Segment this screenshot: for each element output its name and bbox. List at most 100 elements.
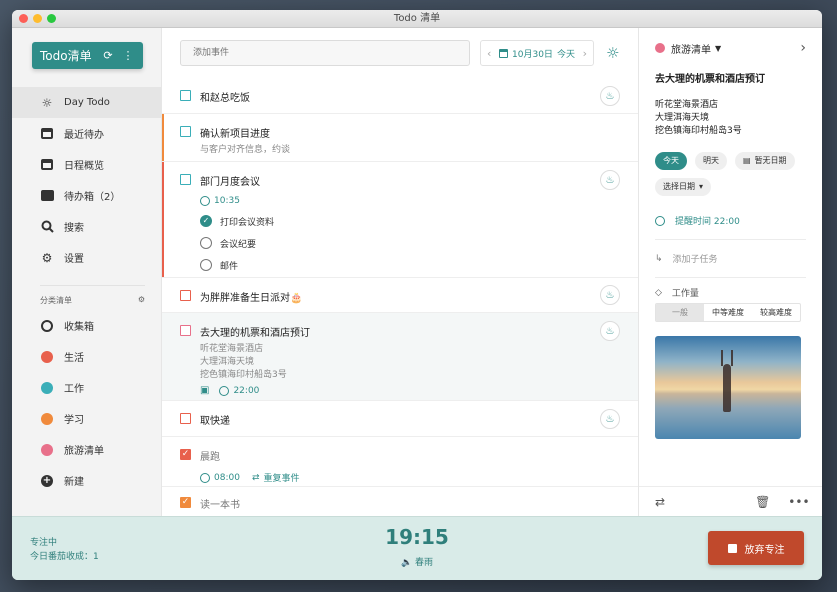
- task-title: 读一本书: [200, 500, 240, 511]
- add-task-input[interactable]: [180, 40, 470, 66]
- chip-pick-date[interactable]: 选择日期 ▾: [655, 178, 712, 196]
- sidebar-item-day-todo[interactable]: ☼ Day Todo: [12, 87, 161, 118]
- task-checkbox[interactable]: [180, 126, 191, 137]
- close-window-button[interactable]: [19, 14, 28, 23]
- minimize-window-button[interactable]: [33, 14, 42, 23]
- sidebar-item-collect-box[interactable]: 收集箱: [12, 310, 161, 341]
- sidebar-item-new-list[interactable]: + 新建: [12, 465, 161, 496]
- task-title: 晨跑: [200, 452, 220, 463]
- task-row-selected[interactable]: 去大理的机票和酒店预订 听花堂海景酒店 大理洱海天境 挖色镇海印村船岛3号 ▣ …: [162, 313, 638, 401]
- task-row-done[interactable]: ✓ 晨跑 08:00 ⇄ 重复事件: [162, 437, 638, 487]
- date-display[interactable]: 10月30日 今天: [499, 47, 575, 60]
- task-checkbox-checked[interactable]: ✓: [180, 497, 191, 508]
- task-row[interactable]: 为胖胖准备生日派对🎂 ♨: [162, 278, 638, 313]
- color-dot-icon: [40, 381, 54, 395]
- more-vertical-icon[interactable]: ⋮: [121, 49, 135, 62]
- sidebar-item-recent[interactable]: 最近待办: [12, 118, 161, 149]
- task-row[interactable]: 和赵总吃饭 ♨: [162, 78, 638, 114]
- lists-section-header: 分类清单 ⚙: [40, 285, 145, 306]
- focus-timer-icon[interactable]: ♨: [600, 285, 620, 305]
- subtask-checkbox[interactable]: [200, 237, 212, 249]
- inbox-icon: [40, 189, 54, 203]
- sidebar-item-label: 最近待办: [64, 130, 104, 141]
- task-row-done[interactable]: ✓ 读一本书: [162, 487, 638, 516]
- attached-photo[interactable]: [655, 336, 801, 439]
- detail-title[interactable]: 去大理的机票和酒店预订: [655, 70, 806, 85]
- color-dot-icon: [40, 443, 54, 457]
- zoom-window-button[interactable]: [47, 14, 56, 23]
- sidebar-item-travel[interactable]: 旅游清单: [12, 434, 161, 465]
- give-up-focus-button[interactable]: 放弃专注: [708, 531, 804, 565]
- trash-icon[interactable]: 🗑: [755, 495, 770, 509]
- task-row[interactable]: 确认新项目进度 与客户对齐信息，约谈: [162, 114, 638, 162]
- caret-down-circle-icon: ▾: [699, 182, 704, 191]
- subtask-checkbox[interactable]: [200, 259, 212, 271]
- task-list-pane: ‹ 10月30日 今天 › ☼ 和赵总吃饭 ♨: [162, 28, 639, 516]
- list-selector[interactable]: 旅游清单: [671, 41, 711, 56]
- chevron-left-icon[interactable]: ‹: [487, 47, 491, 60]
- chevron-right-icon[interactable]: ›: [800, 40, 806, 56]
- reminder-label: 提醒时间 22:00: [675, 217, 740, 227]
- alarm-icon: [200, 472, 210, 483]
- gear-icon[interactable]: ⚙: [138, 295, 145, 306]
- subtask-item[interactable]: 会议纪要: [200, 232, 638, 254]
- sidebar-item-work[interactable]: 工作: [12, 372, 161, 403]
- search-icon: [40, 220, 54, 234]
- brand-title: Todo清单: [40, 49, 92, 63]
- focus-timer-icon[interactable]: ♨: [600, 170, 620, 190]
- detail-notes[interactable]: 听花堂海景酒店 大理洱海天境 挖色镇海印村船岛3号: [655, 99, 806, 138]
- alarm-icon: [219, 385, 230, 396]
- repeat-icon[interactable]: ⇄: [655, 495, 665, 509]
- task-note-line: 挖色镇海印村船岛3号: [200, 370, 287, 380]
- image-icon: ▣: [200, 385, 210, 396]
- sidebar-item-search[interactable]: 搜索: [12, 211, 161, 242]
- inbox-icon: ▤: [743, 156, 751, 165]
- task-checkbox[interactable]: [180, 174, 191, 185]
- add-subtask-label: 添加子任务: [672, 255, 718, 265]
- subtask-item[interactable]: ✓ 打印会议资料: [200, 210, 638, 232]
- subtask-check-icon[interactable]: ✓: [200, 215, 212, 227]
- task-checkbox[interactable]: [180, 325, 191, 336]
- sidebar-item-life[interactable]: 生活: [12, 341, 161, 372]
- focus-timer-icon[interactable]: ♨: [600, 321, 620, 341]
- workload-option[interactable]: 较高难度: [752, 304, 800, 321]
- add-subtask-row[interactable]: ↳ 添加子任务: [655, 240, 806, 278]
- today-label: 今天: [556, 49, 575, 60]
- brand-button[interactable]: Todo清单 ⟳ ⋮: [32, 42, 143, 69]
- sidebar-item-inbox[interactable]: 待办箱（2）: [12, 180, 161, 211]
- caret-down-icon[interactable]: ▼: [715, 44, 721, 53]
- subtask-item[interactable]: 邮件: [200, 254, 638, 276]
- list-color-dot: [655, 43, 665, 53]
- sidebar-item-settings[interactable]: ⚙ 设置: [12, 242, 161, 273]
- chip-today[interactable]: 今天: [655, 152, 687, 170]
- task-title: 为胖胖准备生日派对🎂: [200, 293, 303, 304]
- more-horizontal-icon[interactable]: •••: [788, 495, 809, 509]
- chevron-right-icon[interactable]: ›: [583, 47, 587, 60]
- workload-option[interactable]: 中等难度: [704, 304, 752, 321]
- task-row[interactable]: 取快递 ♨: [162, 401, 638, 437]
- detail-note-line: 听花堂海景酒店: [655, 100, 719, 110]
- task-checkbox[interactable]: [180, 413, 191, 424]
- current-date: 10月30日: [512, 49, 553, 60]
- task-reminder: 10:35: [200, 196, 638, 206]
- sidebar-item-schedule[interactable]: 日程概览: [12, 149, 161, 180]
- task-checkbox[interactable]: [180, 290, 191, 301]
- focus-timer-icon[interactable]: ♨: [600, 409, 620, 429]
- focus-timer-icon[interactable]: ♨: [600, 86, 620, 106]
- task-checkbox-checked[interactable]: ✓: [180, 449, 191, 460]
- sidebar-item-study[interactable]: 学习: [12, 403, 161, 434]
- reminder-row[interactable]: 提醒时间 22:00: [655, 202, 806, 240]
- task-title: 去大理的机票和酒店预订: [200, 328, 310, 339]
- chip-tomorrow[interactable]: 明天: [695, 152, 727, 170]
- sync-icon[interactable]: ⟳: [101, 49, 115, 62]
- detail-header: 旅游清单 ▼ ›: [655, 28, 806, 68]
- chip-no-date[interactable]: ▤ 暂无日期: [735, 152, 795, 170]
- ambient-sound[interactable]: 🔈 春雨: [12, 555, 822, 568]
- stop-icon: [727, 543, 737, 553]
- workload-option[interactable]: 一般: [656, 304, 704, 321]
- task-checkbox[interactable]: [180, 90, 191, 101]
- task-row[interactable]: 部门月度会议 10:35 ✓ 打印会议资料 会议纪要 邮件 ♨: [162, 162, 638, 278]
- diamond-icon: ◇: [655, 287, 662, 298]
- window-title: Todo 清单: [393, 13, 441, 24]
- theme-sun-icon[interactable]: ☼: [606, 44, 619, 62]
